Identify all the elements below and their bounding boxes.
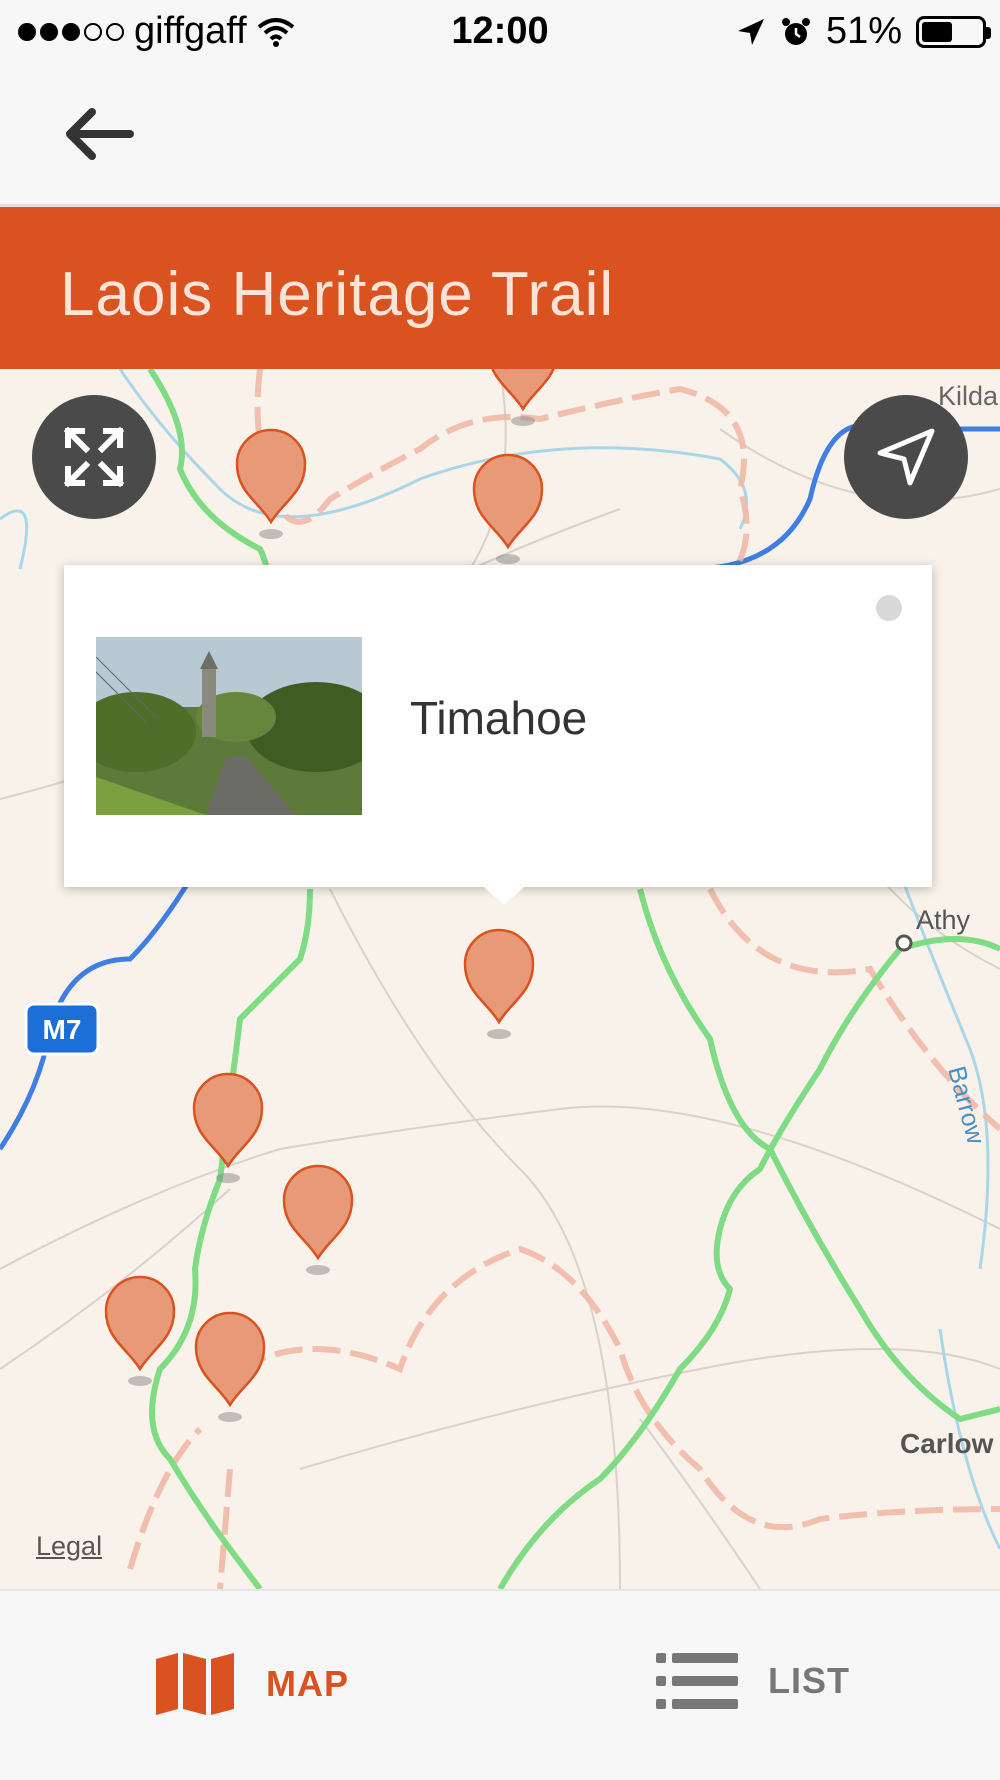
map-pin bbox=[104, 1275, 176, 1386]
locate-button[interactable] bbox=[844, 395, 968, 519]
page-title: Laois Heritage Trail bbox=[60, 260, 615, 329]
location-title[interactable]: Timahoe bbox=[410, 691, 587, 745]
label-kilda: Kilda bbox=[938, 381, 999, 411]
battery-icon bbox=[916, 15, 991, 48]
legal-link[interactable]: Legal bbox=[36, 1531, 102, 1562]
tab-list-label: LIST bbox=[768, 1660, 850, 1701]
location-popup[interactable]: Timahoe bbox=[64, 565, 932, 905]
tab-list[interactable]: LIST bbox=[656, 1651, 850, 1711]
title-banner: Laois Heritage Trail bbox=[0, 207, 1000, 369]
tab-map-label: MAP bbox=[266, 1663, 349, 1704]
expand-icon bbox=[63, 426, 125, 488]
map-icon bbox=[156, 1653, 234, 1715]
map-canvas: M7 Kilda Athy Barrow Carlow bbox=[0, 369, 1000, 1589]
arrow-left-icon bbox=[66, 108, 134, 160]
popup-close-button[interactable] bbox=[876, 595, 902, 621]
tab-map[interactable]: MAP bbox=[154, 1651, 349, 1717]
list-icon bbox=[656, 1653, 738, 1709]
fullscreen-button[interactable] bbox=[32, 395, 156, 519]
navigation-arrow-icon bbox=[877, 428, 935, 486]
alarm-icon bbox=[781, 17, 810, 45]
location-arrow-icon bbox=[737, 18, 764, 45]
map-pin bbox=[463, 928, 535, 1039]
battery-fill bbox=[922, 21, 952, 42]
map-view[interactable]: M7 Kilda Athy Barrow Carlow Timahoe Lega… bbox=[0, 369, 1000, 1589]
tab-bar: MAP LIST bbox=[0, 1589, 1000, 1780]
back-button[interactable] bbox=[60, 104, 140, 164]
label-carlow: Carlow bbox=[900, 1428, 994, 1459]
label-athy: Athy bbox=[916, 905, 971, 935]
svg-text:M7: M7 bbox=[43, 1014, 82, 1045]
m7-shield: M7 bbox=[24, 1002, 100, 1056]
nav-bar bbox=[0, 64, 1000, 207]
map-pin bbox=[282, 1164, 354, 1275]
map-pin bbox=[192, 1072, 264, 1183]
location-thumbnail[interactable] bbox=[96, 637, 362, 815]
map-pin bbox=[472, 453, 544, 564]
battery-percent: 51% bbox=[825, 10, 902, 52]
status-bar: giffgaff 12:00 51% bbox=[0, 0, 1000, 64]
tower-photo bbox=[96, 637, 362, 815]
map-pin bbox=[194, 1311, 266, 1422]
popup-pointer bbox=[484, 887, 524, 905]
status-right: 51% bbox=[736, 10, 991, 53]
